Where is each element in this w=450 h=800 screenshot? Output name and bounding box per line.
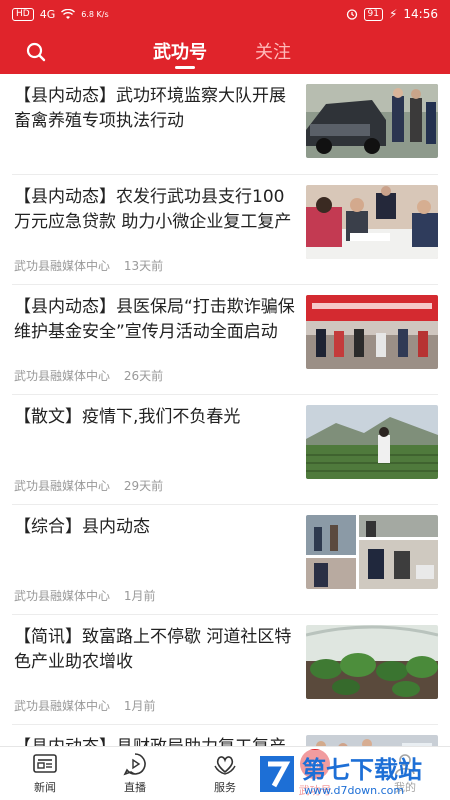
nav-live-label: 直播 bbox=[124, 781, 146, 794]
list-item[interactable]: 【简讯】致富路上不停歇 河道社区特色产业助农增收 武功县融媒体中心 1月前 bbox=[12, 615, 438, 725]
article-meta: 武功县融媒体中心 1月前 bbox=[14, 697, 155, 714]
article-meta: 武功县融媒体中心 1月前 bbox=[14, 587, 155, 604]
nav-mine-label: 我的 bbox=[394, 781, 416, 794]
network-chip: HD bbox=[12, 7, 34, 21]
tab-follow[interactable]: 关注 bbox=[255, 38, 291, 64]
article-time: 1月前 bbox=[123, 699, 156, 713]
top-header: 武功号 关注 bbox=[0, 28, 450, 74]
user-icon bbox=[395, 754, 415, 775]
list-item[interactable]: 【县内动态】武功环境监察大队开展畜禽养殖专项执法行动 bbox=[12, 74, 438, 175]
article-meta: 武功县融媒体中心 26天前 bbox=[14, 367, 163, 384]
article-time: 26天前 bbox=[123, 369, 164, 383]
list-item[interactable]: 【县内动态】县医保局“打击欺诈骗保 维护基金安全”宣传月活动全面启动 武功县融媒… bbox=[12, 285, 438, 395]
status-right: 91 ⚡ 14:56 bbox=[346, 7, 438, 21]
nav-wugong-label: 武功号 bbox=[298, 784, 332, 797]
nav-wugong[interactable]: ◉ 武功号 bbox=[270, 747, 360, 800]
nav-service[interactable]: 服务 bbox=[180, 747, 270, 800]
article-title: 【县内动态】武功环境监察大队开展畜禽养殖专项执法行动 bbox=[14, 86, 286, 131]
article-meta: 武功县融媒体中心 29天前 bbox=[14, 477, 163, 494]
article-title: 【综合】县内动态 bbox=[14, 517, 150, 537]
article-thumbnail bbox=[306, 515, 438, 589]
article-thumbnail bbox=[306, 625, 438, 699]
article-title: 【县内动态】农发行武功县支行100万元应急贷款 助力小微企业复工复产 bbox=[14, 187, 292, 232]
list-item[interactable]: 【县内动态】农发行武功县支行100万元应急贷款 助力小微企业复工复产 武功县融媒… bbox=[12, 175, 438, 285]
article-thumbnail bbox=[306, 84, 438, 158]
active-tab-indicator bbox=[175, 66, 195, 69]
news-icon bbox=[33, 754, 57, 773]
article-source: 武功县融媒体中心 bbox=[14, 369, 111, 383]
status-left: HD 4G 6.8 K/s bbox=[12, 7, 109, 21]
article-title: 【县内动态】县财政局助力复工复产全力保障重点项目建设 bbox=[14, 735, 298, 746]
article-source: 武功县融媒体中心 bbox=[14, 699, 111, 713]
article-thumbnail bbox=[306, 295, 438, 369]
search-icon[interactable] bbox=[24, 40, 48, 64]
nav-news[interactable]: 新闻 bbox=[0, 747, 90, 800]
app-root: HD 4G 6.8 K/s 91 ⚡ 14:56 武功号 关注 【县内动态】武功… bbox=[0, 0, 450, 800]
signal-indicator: 4G bbox=[39, 7, 56, 21]
nav-mine[interactable]: 我的 bbox=[360, 747, 450, 800]
network-speed: 6.8 K/s bbox=[81, 9, 109, 19]
tab-wugong[interactable]: 武功号 bbox=[153, 38, 207, 64]
list-item[interactable]: 【县内动态】县财政局助力复工复产全力保障重点项目建设 bbox=[12, 725, 438, 746]
wugong-icon: ◉ bbox=[300, 749, 330, 779]
article-title: 【简讯】致富路上不停歇 河道社区特色产业助农增收 bbox=[14, 627, 292, 672]
article-source: 武功县融媒体中心 bbox=[14, 479, 111, 493]
article-time: 13天前 bbox=[123, 259, 164, 273]
article-thumbnail bbox=[306, 185, 438, 259]
nav-live[interactable]: 直播 bbox=[90, 747, 180, 800]
nav-news-label: 新闻 bbox=[34, 781, 56, 794]
status-bar: HD 4G 6.8 K/s 91 ⚡ 14:56 bbox=[0, 0, 450, 28]
article-title: 【县内动态】县医保局“打击欺诈骗保 维护基金安全”宣传月活动全面启动 bbox=[14, 297, 295, 342]
article-source: 武功县融媒体中心 bbox=[14, 259, 111, 273]
article-thumbnail bbox=[306, 735, 438, 746]
live-icon bbox=[123, 753, 146, 776]
charging-icon: ⚡ bbox=[388, 7, 398, 21]
bottom-nav: 新闻 直播 服务 ◉ 武功号 我的 bbox=[0, 746, 450, 800]
article-time: 1月前 bbox=[123, 589, 156, 603]
list-item[interactable]: 【散文】疫情下,我们不负春光 武功县融媒体中心 29天前 bbox=[12, 395, 438, 505]
wifi-icon bbox=[61, 8, 76, 19]
alarm-icon bbox=[346, 9, 357, 20]
article-source: 武功县融媒体中心 bbox=[14, 589, 111, 603]
clock: 14:56 bbox=[403, 7, 438, 21]
article-title: 【散文】疫情下,我们不负春光 bbox=[14, 407, 241, 427]
battery-indicator: 91 bbox=[363, 7, 383, 21]
article-meta: 武功县融媒体中心 13天前 bbox=[14, 257, 163, 274]
nav-service-label: 服务 bbox=[214, 781, 236, 794]
list-item[interactable]: 【综合】县内动态 武功县融媒体中心 1月前 bbox=[12, 505, 438, 615]
article-thumbnail bbox=[306, 405, 438, 479]
article-list: 【县内动态】武功环境监察大队开展畜禽养殖专项执法行动 【县内动态】农发行武功县支… bbox=[0, 74, 450, 746]
article-time: 29天前 bbox=[123, 479, 164, 493]
service-icon bbox=[214, 756, 236, 775]
